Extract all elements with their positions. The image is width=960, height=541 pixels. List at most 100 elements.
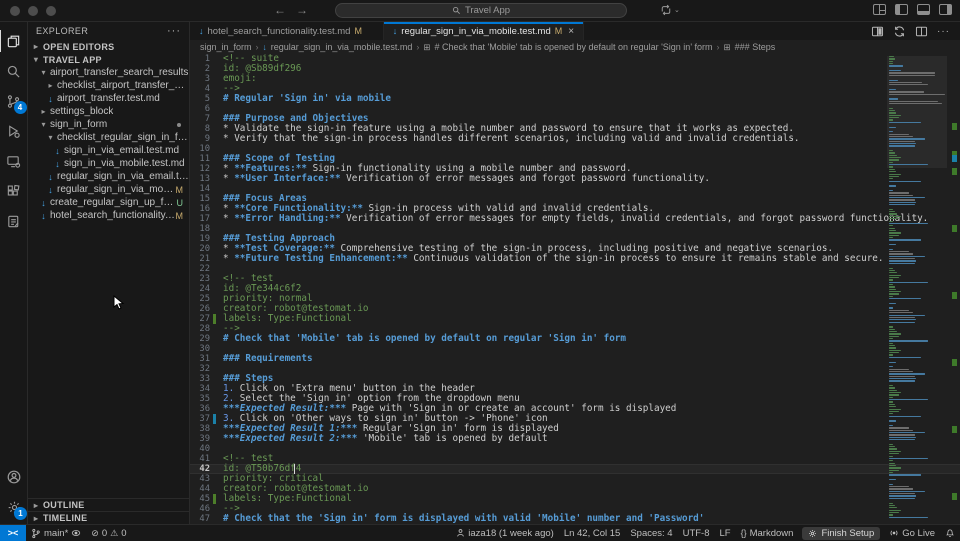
editor-line-27[interactable]: 27labels: Type:Functional (190, 314, 960, 324)
tree-file-regular-sign-in-via-email-test-md[interactable]: ↓regular_sign_in_via_email.test.md (28, 170, 189, 183)
search-sidebar-icon[interactable] (0, 56, 28, 86)
remote-explorer-icon[interactable] (0, 146, 28, 176)
tree-file-airport-transfer-test-md[interactable]: ↓airport_transfer.test.md (28, 92, 189, 105)
breadcrumb-item[interactable]: sign_in_form (200, 42, 252, 52)
editor-line-41[interactable]: 41<!-- test (190, 454, 960, 464)
timeline-section[interactable]: ▸ TIMELINE (28, 511, 189, 524)
editor-line-40[interactable]: 40 (190, 444, 960, 454)
minimap-line (889, 512, 899, 513)
minimap-line (889, 514, 893, 515)
tree-file-regular-sign-in-via-mobile-test-[interactable]: ↓regular_sign_in_via_mobile.test...M (28, 183, 189, 196)
eol[interactable]: LF (715, 525, 736, 541)
toggle-sidebar-icon[interactable] (895, 4, 908, 15)
code-editor[interactable]: 1<!-- suite2id: @Sb89df2963emoji:4-->5# … (190, 54, 960, 524)
maximize-window-icon[interactable] (46, 6, 56, 16)
problems-status[interactable]: ⊘ 0 ⚠ 0 (86, 525, 131, 541)
tree-file-sign-in-via-mobile-test-md[interactable]: ↓sign_in_via_mobile.test.md (28, 157, 189, 170)
tree-item-label: checklist_airport_transfer_search_fie... (55, 80, 189, 91)
close-tab-icon[interactable]: × (568, 26, 574, 37)
breadcrumb-item[interactable]: ### Steps (735, 42, 776, 52)
markdown-test-file-icon: ↓ (393, 26, 398, 36)
open-preview-icon[interactable] (871, 25, 884, 38)
minimap-line (889, 387, 895, 388)
account-icon[interactable] (0, 462, 28, 492)
blame-status[interactable]: iaza18 (1 week ago) (451, 525, 559, 541)
editor-line-45[interactable]: 45labels: Type:Functional (190, 494, 960, 504)
editor-line-2[interactable]: 2id: @Sb89df296 (190, 64, 960, 74)
editor-line-32[interactable]: 32 (190, 364, 960, 374)
editor-line-22[interactable]: 22 (190, 264, 960, 274)
close-window-icon[interactable] (10, 6, 20, 16)
editor-line-23[interactable]: 23<!-- test (190, 274, 960, 284)
editor-line-39[interactable]: 39***Expected Result 2:*** 'Mobile' tab … (190, 434, 960, 444)
minimap-line (889, 416, 921, 417)
back-icon[interactable]: ← (274, 3, 286, 17)
tab-regular-sign-in-via-mobile-test-md[interactable]: ↓regular_sign_in_via_mobile.test.mdM× (384, 22, 584, 40)
open-changes-icon[interactable] (893, 25, 906, 38)
layout-sync-icon[interactable] (660, 4, 672, 16)
editor-line-1[interactable]: 1<!-- suite (190, 54, 960, 64)
settings-gear-icon[interactable]: 1 (0, 492, 28, 522)
editor-line-3[interactable]: 3emoji: (190, 74, 960, 84)
overview-ruler[interactable] (948, 54, 960, 524)
remote-indicator[interactable]: >< (0, 525, 26, 541)
indentation[interactable]: Spaces: 4 (625, 525, 677, 541)
minimap[interactable] (887, 56, 947, 522)
tab-hotel-search-functionality-test-md[interactable]: ↓hotel_search_functionality.test.mdM× (190, 22, 384, 40)
minimap-line (889, 404, 895, 405)
command-center-search[interactable]: Travel App (335, 3, 627, 18)
editor-line-21[interactable]: 21* **Future Testing Enhancement:** Cont… (190, 254, 960, 264)
finish-setup-button[interactable]: Finish Setup (802, 527, 880, 540)
tree-folder-airport-transfer-search-results[interactable]: ▾airport_transfer_search_results (28, 66, 189, 79)
tree-folder-checklist-airport-transfer-search-fie-[interactable]: ▸checklist_airport_transfer_search_fie..… (28, 79, 189, 92)
tree-folder-checklist-regular-sign-in-form-field-[interactable]: ▾checklist_regular_sign_in_form_field... (28, 131, 189, 144)
tree-file-hotel-search-functionality-test-md[interactable]: ↓hotel_search_functionality.test.mdM (28, 209, 189, 222)
toggle-panel-icon[interactable] (917, 4, 930, 15)
extensions-icon[interactable] (0, 176, 28, 206)
editor-line-9[interactable]: 9* Verify that the sign-in process handl… (190, 134, 960, 144)
minimap-line (889, 61, 893, 62)
go-live-button[interactable]: Go Live (884, 525, 940, 541)
line-number: 34 (190, 384, 210, 394)
cursor-position[interactable]: Ln 42, Col 15 (559, 525, 626, 541)
minimap-line (889, 352, 899, 353)
tree-folder-sign-in-form[interactable]: ▾sign_in_form (28, 118, 189, 131)
editor-line-31[interactable]: 31### Requirements (190, 354, 960, 364)
editor-line-17[interactable]: 17* **Error Handling:** Verification of … (190, 214, 960, 224)
tree-item-label: regular_sign_in_via_mobile.test... (55, 184, 176, 195)
minimize-window-icon[interactable] (28, 6, 38, 16)
workspace-root-section[interactable]: ▾ TRAVEL APP (28, 53, 189, 66)
tree-file-create-regular-sign-up-form-test-[interactable]: ↓create_regular_sign_up_form.test...U (28, 196, 189, 209)
source-control-icon[interactable]: 4 (0, 86, 28, 116)
notifications-bell[interactable] (940, 525, 960, 541)
chevron-down-icon: ▾ (32, 55, 40, 64)
outline-section[interactable]: ▸ OUTLINE (28, 498, 189, 511)
more-actions-icon[interactable]: ··· (937, 26, 950, 37)
tree-file-sign-in-via-email-test-md[interactable]: ↓sign_in_via_email.test.md (28, 144, 189, 157)
minimap-line (889, 507, 897, 508)
minimap-line (889, 510, 901, 511)
minimap-line (889, 488, 913, 489)
customize-layout-icon[interactable] (873, 4, 886, 15)
tree-folder-settings-block[interactable]: ▸settings_block (28, 105, 189, 118)
encoding[interactable]: UTF-8 (678, 525, 715, 541)
breadcrumb-item[interactable]: regular_sign_in_via_mobile.test.md (271, 42, 413, 52)
chevron-down-icon[interactable]: ⌄ (674, 6, 680, 14)
breadcrumb-item[interactable]: # Check that 'Mobile' tab is opened by d… (435, 42, 713, 52)
editor-line-13[interactable]: 13* **User Interface:** Verification of … (190, 174, 960, 184)
language-mode[interactable]: {} Markdown (736, 525, 799, 541)
toggle-secondary-sidebar-icon[interactable] (939, 4, 952, 15)
editor-line-5[interactable]: 5# Regular 'Sign in' via mobile (190, 94, 960, 104)
explorer-icon[interactable] (0, 26, 28, 56)
run-debug-icon[interactable] (0, 116, 28, 146)
window-controls[interactable] (10, 6, 56, 16)
split-editor-icon[interactable] (915, 25, 928, 38)
branch-status[interactable]: main* (26, 525, 86, 541)
explorer-more-actions-icon[interactable]: ··· (167, 25, 181, 37)
editor-line-29[interactable]: 29# Check that 'Mobile' tab is opened by… (190, 334, 960, 344)
forward-icon[interactable]: → (296, 3, 308, 17)
open-editors-section[interactable]: ▸ OPEN EDITORS (28, 40, 189, 53)
test-extension-icon[interactable] (0, 206, 28, 236)
minimap-line (889, 392, 901, 393)
editor-line-47[interactable]: 47# Check that the 'Sign in' form is dis… (190, 514, 960, 524)
